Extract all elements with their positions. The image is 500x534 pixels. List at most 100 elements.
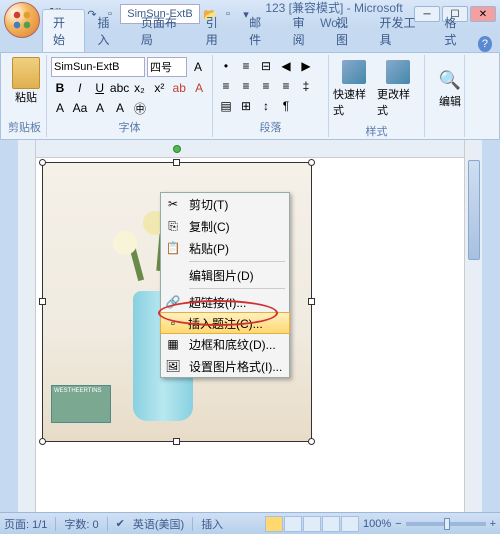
highlight-button[interactable]: ab — [170, 79, 188, 97]
view-full-screen[interactable] — [284, 516, 302, 532]
grow-font-icon[interactable]: A — [189, 58, 207, 76]
sort-button[interactable]: ↕ — [257, 97, 275, 115]
resize-handle-bl[interactable] — [39, 438, 46, 445]
view-web-layout[interactable] — [303, 516, 321, 532]
zoom-slider[interactable] — [406, 522, 486, 526]
quick-styles-label: 快速样式 — [333, 86, 375, 118]
phonetic-button[interactable]: Aa — [71, 99, 89, 117]
resize-handle-tl[interactable] — [39, 159, 46, 166]
tab-view[interactable]: 视图 — [326, 10, 367, 52]
book-graphic: WESTHEERTINS — [51, 385, 111, 423]
multilevel-button[interactable]: ⊟ — [257, 57, 275, 75]
zoom-in-button[interactable]: + — [490, 518, 496, 530]
borders-button[interactable]: ⊞ — [237, 97, 255, 115]
office-button[interactable] — [4, 2, 40, 38]
styles-group-label: 样式 — [333, 121, 420, 139]
status-proofing-icon[interactable]: ✔ — [116, 517, 125, 530]
paragraph-group-label: 段落 — [217, 117, 324, 135]
tab-page-layout[interactable]: 页面布局 — [131, 10, 194, 52]
view-buttons — [265, 516, 359, 532]
paste-label: 粘贴 — [15, 89, 37, 105]
menu-paste[interactable]: 📋粘贴(P) — [161, 237, 289, 259]
format-pic-icon: 🖼 — [165, 358, 181, 374]
menu-edit-picture[interactable]: 编辑图片(D) — [161, 264, 289, 286]
group-font: SimSun-ExtB 四号 A B I U abc x₂ x² ab A A … — [47, 55, 213, 137]
menu-copy[interactable]: ⎘复制(C) — [161, 215, 289, 237]
resize-handle-bm[interactable] — [173, 438, 180, 445]
indent-left-button[interactable]: ◀ — [277, 57, 295, 75]
font-color-button[interactable]: A — [190, 79, 208, 97]
shading-button[interactable]: ▤ — [217, 97, 235, 115]
menu-insert-caption[interactable]: ▫插入题注(C)... — [160, 312, 290, 334]
align-left-button[interactable]: ≡ — [217, 77, 235, 95]
strike-button[interactable]: abc — [111, 79, 129, 97]
view-outline[interactable] — [322, 516, 340, 532]
paste-button[interactable]: 粘贴 — [7, 57, 45, 111]
hyperlink-icon: 🔗 — [165, 294, 181, 310]
align-right-button[interactable]: ≡ — [257, 77, 275, 95]
paste-icon: 📋 — [165, 240, 181, 256]
vertical-ruler[interactable] — [18, 140, 36, 516]
change-styles-button[interactable]: 更改样式 — [377, 57, 419, 121]
quick-styles-button[interactable]: 快速样式 — [333, 57, 375, 121]
rotate-handle[interactable] — [173, 145, 181, 153]
vertical-scrollbar[interactable] — [464, 140, 482, 516]
status-mode[interactable]: 插入 — [201, 516, 223, 532]
font-size-dropdown[interactable]: 四号 — [147, 57, 187, 77]
line-spacing-button[interactable]: ‡ — [297, 77, 315, 95]
numbering-button[interactable]: ≡ — [237, 57, 255, 75]
bullets-button[interactable]: • — [217, 57, 235, 75]
subscript-button[interactable]: x₂ — [131, 79, 149, 97]
status-page[interactable]: 页面: 1/1 — [4, 516, 47, 532]
show-marks-button[interactable]: ¶ — [277, 97, 295, 115]
zoom-slider-thumb[interactable] — [444, 518, 450, 530]
char-border-button[interactable]: A — [91, 99, 109, 117]
editing-button[interactable]: 🔍 编辑 — [429, 57, 471, 121]
group-clipboard: 粘贴 剪贴板 — [3, 55, 47, 137]
underline-button[interactable]: U — [91, 79, 109, 97]
bold-button[interactable]: B — [51, 79, 69, 97]
view-draft[interactable] — [341, 516, 359, 532]
menu-hyperlink[interactable]: 🔗超链接(I)... — [161, 291, 289, 313]
help-icon[interactable]: ? — [478, 36, 492, 52]
indent-right-button[interactable]: ▶ — [297, 57, 315, 75]
ribbon-tabs: 开始 插入 页面布局 引用 邮件 审阅 视图 开发工具 格式 ? — [0, 28, 500, 52]
tab-mailings[interactable]: 邮件 — [239, 10, 280, 52]
cut-icon: ✂ — [165, 196, 181, 212]
status-words[interactable]: 字数: 0 — [64, 516, 98, 532]
scroll-thumb[interactable] — [468, 160, 480, 260]
italic-button[interactable]: I — [71, 79, 89, 97]
tab-home[interactable]: 开始 — [42, 9, 85, 52]
caption-icon: ▫ — [165, 315, 181, 331]
tab-review[interactable]: 审阅 — [283, 10, 324, 52]
clear-format-button[interactable]: A — [51, 99, 69, 117]
zoom-level[interactable]: 100% — [363, 518, 391, 530]
menu-border-shading[interactable]: ▦边框和底纹(D)... — [161, 333, 289, 355]
view-print-layout[interactable] — [265, 516, 283, 532]
change-styles-label: 更改样式 — [377, 86, 419, 118]
group-styles: 快速样式 更改样式 样式 — [329, 55, 425, 137]
tab-insert[interactable]: 插入 — [87, 10, 128, 52]
char-shading-button[interactable]: A — [111, 99, 129, 117]
zoom-out-button[interactable]: − — [395, 518, 401, 530]
resize-handle-tm[interactable] — [173, 159, 180, 166]
tab-developer[interactable]: 开发工具 — [369, 10, 432, 52]
status-language[interactable]: 英语(美国) — [133, 516, 184, 532]
tab-references[interactable]: 引用 — [196, 10, 237, 52]
font-name-dropdown[interactable]: SimSun-ExtB — [51, 57, 145, 77]
resize-handle-tr[interactable] — [308, 159, 315, 166]
enclosed-char-button[interactable]: ㊥ — [131, 99, 149, 117]
resize-handle-mr[interactable] — [308, 298, 315, 305]
menu-format-picture[interactable]: 🖼设置图片格式(I)... — [161, 355, 289, 377]
align-center-button[interactable]: ≡ — [237, 77, 255, 95]
resize-handle-br[interactable] — [308, 438, 315, 445]
justify-button[interactable]: ≡ — [277, 77, 295, 95]
status-bar: 页面: 1/1 字数: 0 ✔ 英语(美国) 插入 100% − + — [0, 512, 500, 534]
tab-format[interactable]: 格式 — [434, 10, 475, 52]
change-styles-icon — [386, 60, 410, 84]
resize-handle-ml[interactable] — [39, 298, 46, 305]
clipboard-group-label: 剪贴板 — [7, 117, 42, 135]
menu-cut[interactable]: ✂剪切(T) — [161, 193, 289, 215]
superscript-button[interactable]: x² — [150, 79, 168, 97]
menu-separator — [189, 288, 285, 289]
